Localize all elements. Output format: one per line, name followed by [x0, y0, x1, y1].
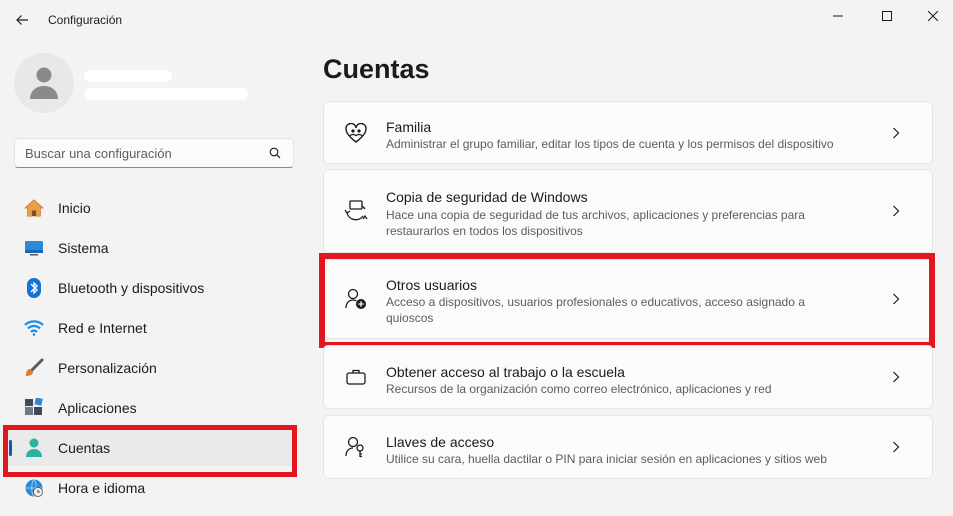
redacted-user-email: [84, 88, 248, 100]
sidebar-item-hora[interactable]: Hora e idioma: [6, 470, 296, 506]
backup-sync-icon: [344, 199, 368, 223]
sidebar-item-personalizacion[interactable]: Personalización: [6, 350, 296, 386]
card-familia[interactable]: Familia Administrar el grupo familiar, e…: [323, 101, 933, 164]
card-description: Hace una copia de seguridad de tus archi…: [386, 208, 805, 238]
app-title: Configuración: [48, 13, 123, 27]
user-silhouette-icon: [30, 67, 58, 99]
sidebar-item-label: Aplicaciones: [58, 400, 137, 416]
home-icon: [24, 198, 44, 218]
sidebar-item-aplicaciones[interactable]: Aplicaciones: [6, 390, 296, 426]
card-title: Copia de seguridad de Windows: [386, 189, 588, 205]
card-llaves-acceso[interactable]: Llaves de acceso Utilice su cara, huella…: [323, 415, 933, 479]
arrow-left-icon: [16, 15, 28, 25]
person-icon: [24, 438, 44, 458]
sidebar-item-label: Cuentas: [58, 440, 111, 456]
close-icon: [928, 11, 938, 21]
apps-icon: [24, 398, 44, 418]
card-trabajo-escuela[interactable]: Obtener acceso al trabajo o la escuela R…: [323, 345, 933, 409]
sidebar-nav: Inicio Sistema Bluetooth y dispositivos …: [6, 190, 296, 510]
title-bar: Configuración: [0, 0, 953, 40]
bluetooth-icon: [24, 278, 44, 298]
chevron-right-icon: [890, 126, 902, 140]
sidebar-item-label: Bluetooth y dispositivos: [58, 280, 205, 296]
sidebar-item-inicio[interactable]: Inicio: [6, 190, 296, 226]
avatar[interactable]: [14, 53, 74, 113]
sidebar-item-label: Personalización: [58, 360, 157, 376]
add-person-icon: [344, 287, 368, 311]
page-title: Cuentas: [323, 54, 430, 84]
card-description: Acceso a dispositivos, usuarios profesio…: [386, 295, 805, 325]
wifi-icon: [24, 318, 44, 338]
heart-people-icon: [344, 121, 368, 145]
card-title: Otros usuarios: [386, 277, 478, 293]
card-title: Obtener acceso al trabajo o la escuela: [386, 364, 625, 380]
sidebar-item-label: Inicio: [58, 200, 91, 216]
sidebar-item-red[interactable]: Red e Internet: [6, 310, 296, 346]
passkey-icon: [344, 435, 368, 459]
sidebar-item-bluetooth[interactable]: Bluetooth y dispositivos: [6, 270, 296, 306]
search-box[interactable]: [14, 138, 294, 168]
chevron-right-icon: [890, 204, 902, 218]
brush-icon: [24, 358, 44, 378]
sidebar-item-label: Hora e idioma: [58, 480, 146, 496]
briefcase-icon: [344, 365, 368, 389]
close-button[interactable]: [910, 0, 953, 32]
card-description: Utilice su cara, huella dactilar o PIN p…: [386, 452, 827, 466]
minimize-icon: [833, 15, 843, 17]
search-icon[interactable]: [269, 147, 281, 159]
sidebar-item-sistema[interactable]: Sistema: [6, 230, 296, 266]
chevron-right-icon: [890, 440, 902, 454]
maximize-icon: [882, 11, 892, 21]
redacted-user-name: [84, 70, 172, 82]
back-button[interactable]: [10, 8, 34, 32]
sidebar-item-label: Red e Internet: [58, 320, 147, 336]
card-otros-usuarios[interactable]: Otros usuarios Acceso a dispositivos, us…: [323, 259, 933, 339]
card-description: Administrar el grupo familiar, editar lo…: [386, 137, 834, 151]
card-description: Recursos de la organización como correo …: [386, 382, 772, 396]
chevron-right-icon: [890, 370, 902, 384]
maximize-button[interactable]: [864, 0, 910, 32]
search-input[interactable]: [25, 145, 265, 161]
globe-clock-icon: [24, 478, 44, 498]
chevron-right-icon: [890, 292, 902, 306]
card-title: Familia: [386, 119, 432, 135]
card-copia-seguridad[interactable]: Copia de seguridad de Windows Hace una c…: [323, 169, 933, 253]
monitor-icon: [24, 238, 44, 258]
card-title: Llaves de acceso: [386, 434, 495, 450]
minimize-button[interactable]: [815, 0, 861, 32]
sidebar-item-cuentas[interactable]: Cuentas: [6, 430, 296, 466]
sidebar-item-label: Sistema: [58, 240, 109, 256]
